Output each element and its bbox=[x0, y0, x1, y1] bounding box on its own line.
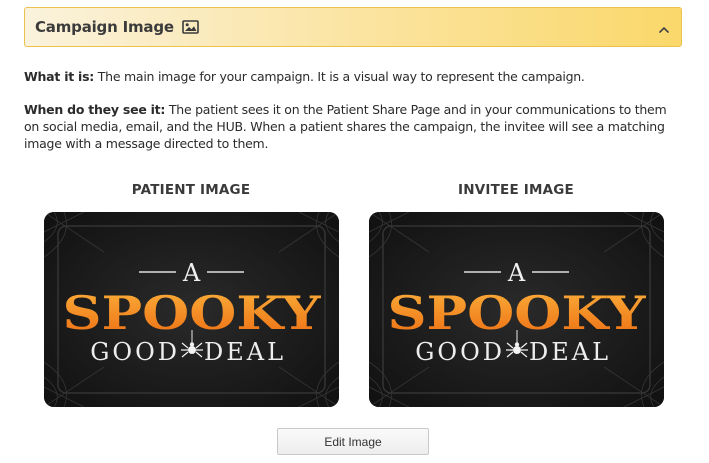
artwork-line-a: A bbox=[507, 259, 526, 287]
patient-image: A SPOOKY GOOD DEAL bbox=[44, 212, 339, 407]
artwork-line-a: A bbox=[182, 259, 201, 287]
artwork-line-deal: DEAL bbox=[204, 338, 286, 366]
patient-image-heading: PATIENT IMAGE bbox=[131, 182, 251, 198]
artwork-line-deal: DEAL bbox=[529, 338, 611, 366]
what-it-is-text: The main image for your campaign. It is … bbox=[94, 69, 585, 84]
artwork-line-good: GOOD bbox=[415, 338, 505, 366]
when-seen-paragraph: When do they see it: The patient sees it… bbox=[24, 101, 674, 152]
chevron-up-icon[interactable] bbox=[658, 22, 670, 33]
invitee-image: A SPOOKY GOOD DEAL bbox=[369, 212, 664, 407]
what-it-is-label: What it is: bbox=[24, 69, 95, 84]
artwork-line-good: GOOD bbox=[90, 338, 180, 366]
when-seen-label: When do they see it: bbox=[24, 102, 166, 117]
invitee-image-heading: INVITEE IMAGE bbox=[458, 182, 574, 198]
panel-title: Campaign Image bbox=[35, 18, 174, 36]
what-it-is-paragraph: What it is: The main image for your camp… bbox=[24, 68, 674, 85]
campaign-image-panel-header[interactable]: Campaign Image bbox=[24, 7, 682, 47]
image-icon bbox=[182, 20, 199, 34]
edit-image-button[interactable]: Edit Image bbox=[277, 428, 429, 455]
